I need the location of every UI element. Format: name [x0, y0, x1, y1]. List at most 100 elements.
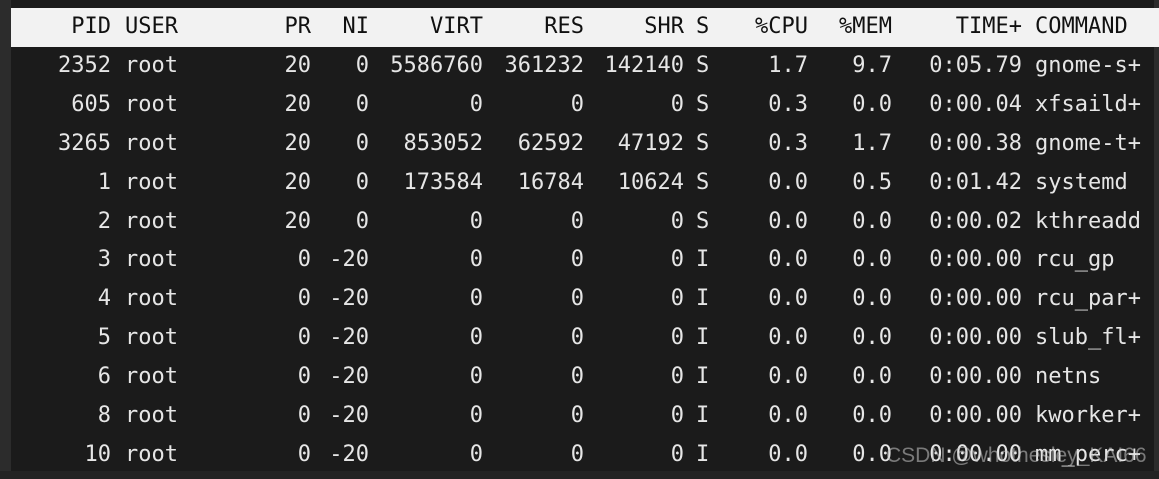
- cell-time: 0:00.38: [929, 130, 1022, 156]
- cell-cpu: 0.0: [768, 247, 808, 273]
- cell-mem: 0.0: [852, 403, 892, 429]
- cell-state: I: [696, 364, 710, 390]
- cell-cpu: 1.7: [768, 52, 808, 78]
- cell-pr: 20: [284, 208, 312, 234]
- process-row: 2 root 20 0 0 0 0 S 0.0 0.0 0:00.02 kthreadd: [11, 203, 1159, 242]
- cell-pid: 3: [97, 247, 111, 273]
- cell-user: root: [125, 52, 178, 78]
- cell-virt: 173584: [403, 169, 483, 195]
- process-row: 6 root 0 -20 0 0 0 I 0.0 0.0 0:00.00 netns: [11, 358, 1159, 397]
- cell-virt: 0: [469, 286, 483, 312]
- cell-pid: 8: [97, 403, 111, 429]
- column-header-time: TIME+: [955, 14, 1022, 39]
- cell-state: S: [696, 169, 710, 195]
- cell-time: 0:00.00: [929, 286, 1022, 312]
- terminal-window[interactable]: PID USER PR NI VIRT RES SHR S %CPU %MEM …: [0, 0, 1159, 479]
- cell-pr: 20: [284, 52, 312, 78]
- left-border: [0, 0, 11, 479]
- cell-pid: 3265: [58, 130, 111, 156]
- cell-cpu: 0.3: [768, 91, 808, 117]
- cell-ni: 0: [355, 130, 369, 156]
- cell-pid: 6: [97, 364, 111, 390]
- cell-pr: 0: [297, 403, 311, 429]
- cell-user: root: [125, 325, 178, 351]
- cell-pid: 605: [71, 91, 111, 117]
- cell-cpu: 0.0: [768, 286, 808, 312]
- cell-cpu: 0.0: [768, 169, 808, 195]
- cell-time: 0:00.02: [929, 208, 1022, 234]
- cell-command: rcu_par+: [1035, 286, 1141, 312]
- cell-state: S: [696, 208, 710, 234]
- column-header-pid: PID: [71, 14, 111, 39]
- cell-ni: 0: [355, 169, 369, 195]
- cell-pr: 0: [297, 286, 311, 312]
- cell-time: 0:00.00: [929, 403, 1022, 429]
- cell-shr: 0: [670, 364, 684, 390]
- cell-res: 361232: [504, 52, 584, 78]
- cell-user: root: [125, 441, 178, 467]
- cell-state: S: [696, 130, 710, 156]
- cell-ni: -20: [329, 286, 369, 312]
- cell-res: 0: [570, 441, 584, 467]
- cell-mem: 0.0: [852, 208, 892, 234]
- column-header-ni: NI: [342, 14, 370, 39]
- cell-time: 0:01.42: [929, 169, 1022, 195]
- cell-shr: 47192: [617, 130, 684, 156]
- cell-time: 0:00.00: [929, 325, 1022, 351]
- cell-command: rcu_gp: [1035, 247, 1115, 273]
- process-row: 3 root 0 -20 0 0 0 I 0.0 0.0 0:00.00 rcu_gp: [11, 241, 1159, 280]
- process-row: 1 root 20 0 173584 16784 10624 S 0.0 0.5 0:01.42 sy…: [11, 164, 1159, 203]
- cell-ni: 0: [355, 91, 369, 117]
- cell-shr: 0: [670, 286, 684, 312]
- cell-ni: -20: [329, 247, 369, 273]
- column-header-res: RES: [544, 14, 584, 39]
- column-header-mem: %MEM: [839, 14, 892, 39]
- cell-res: 0: [570, 286, 584, 312]
- cell-cpu: 0.0: [768, 364, 808, 390]
- cell-pid: 10: [84, 441, 112, 467]
- cell-virt: 0: [469, 208, 483, 234]
- process-row: 4 root 0 -20 0 0 0 I 0.0 0.0 0:00.00 rcu_par+: [11, 280, 1159, 319]
- cell-res: 16784: [517, 169, 584, 195]
- cell-time: 0:00.04: [929, 91, 1022, 117]
- cell-ni: -20: [329, 441, 369, 467]
- process-row: 8 root 0 -20 0 0 0 I 0.0 0.0 0:00.00 kworker+: [11, 397, 1159, 436]
- cell-time: 0:00.00: [929, 247, 1022, 273]
- column-header-row: PID USER PR NI VIRT RES SHR S %CPU %MEM …: [11, 8, 1159, 47]
- cell-state: S: [696, 52, 710, 78]
- cell-command: kworker+: [1035, 403, 1141, 429]
- cell-pr: 0: [297, 325, 311, 351]
- cell-res: 0: [570, 364, 584, 390]
- cell-ni: 0: [355, 52, 369, 78]
- cell-state: I: [696, 286, 710, 312]
- cell-mem: 0.0: [852, 247, 892, 273]
- column-header-state: S: [696, 14, 710, 39]
- cell-user: root: [125, 130, 178, 156]
- cell-res: 0: [570, 325, 584, 351]
- cell-virt: 0: [469, 247, 483, 273]
- cell-mem: 0.0: [852, 286, 892, 312]
- cell-shr: 0: [670, 441, 684, 467]
- cell-pid: 4: [97, 286, 111, 312]
- cell-user: root: [125, 169, 178, 195]
- cell-virt: 0: [469, 91, 483, 117]
- cell-cpu: 0.0: [768, 208, 808, 234]
- cell-mem: 0.0: [852, 364, 892, 390]
- cell-cpu: 0.3: [768, 130, 808, 156]
- process-rows: 2352 root 20 0 5586760 361232 142140 S 1.7 9.7 0:0…: [11, 47, 1159, 475]
- cell-ni: -20: [329, 364, 369, 390]
- cell-ni: 0: [355, 208, 369, 234]
- cell-pid: 1: [97, 169, 111, 195]
- process-row: 2352 root 20 0 5586760 361232 142140 S 1.7 9.7 0:0…: [11, 47, 1159, 86]
- cell-state: I: [696, 325, 710, 351]
- cell-command: kthreadd: [1035, 208, 1141, 234]
- cell-mem: 0.0: [852, 325, 892, 351]
- cell-shr: 10624: [617, 169, 684, 195]
- cell-cpu: 0.0: [768, 441, 808, 467]
- cell-pr: 20: [284, 130, 312, 156]
- cell-mem: 0.5: [852, 169, 892, 195]
- column-header-shr: SHR: [644, 14, 684, 39]
- cell-user: root: [125, 91, 178, 117]
- process-row: 605 root 20 0 0 0 0 S 0.3 0.0 0:00.04 xfsaild+: [11, 86, 1159, 125]
- cell-ni: -20: [329, 325, 369, 351]
